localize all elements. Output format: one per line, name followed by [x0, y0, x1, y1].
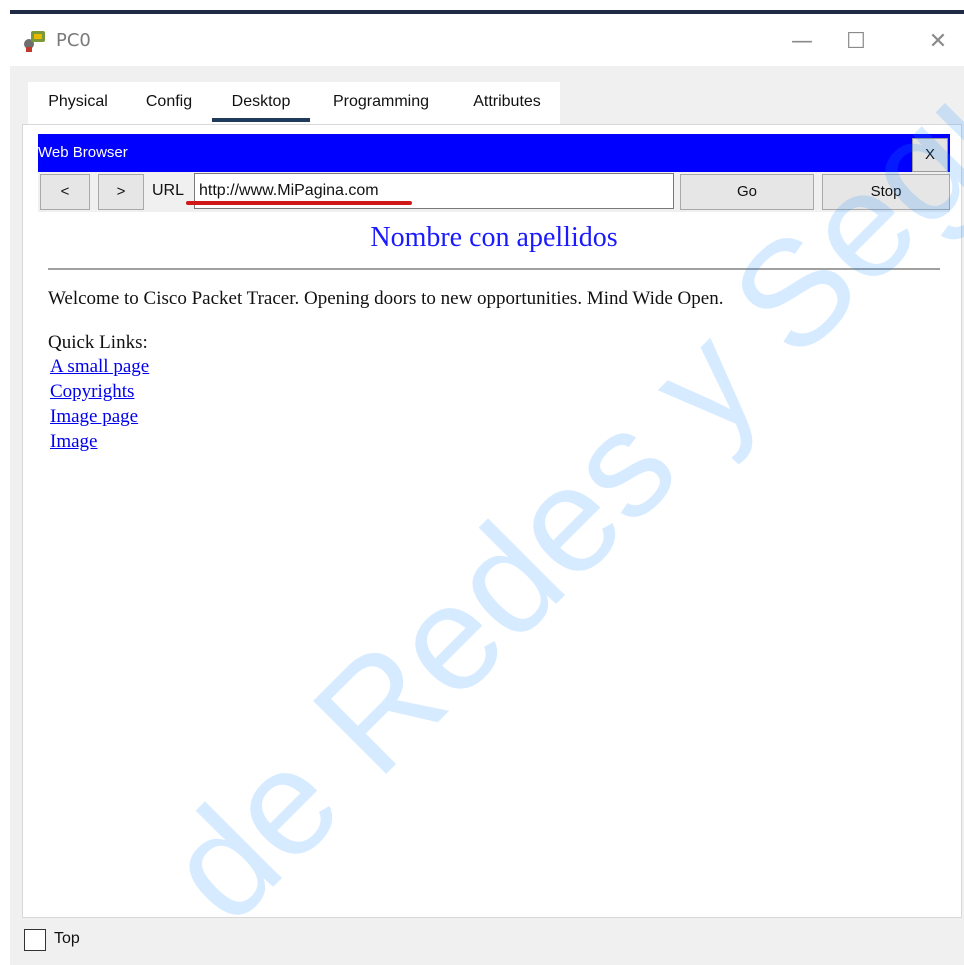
back-button[interactable]: < — [40, 174, 90, 210]
web-browser-close-button[interactable]: X — [912, 138, 948, 172]
top-checkbox[interactable] — [24, 929, 46, 951]
tab-physical[interactable]: Physical — [40, 82, 116, 122]
web-browser-title: Web Browser — [38, 144, 128, 161]
link-image[interactable]: Image — [50, 431, 97, 453]
url-label: URL — [152, 182, 185, 199]
forward-button[interactable]: > — [98, 174, 144, 210]
browser-page — [38, 212, 950, 902]
page-heading: Nombre con apellidos — [370, 222, 618, 253]
link-copyrights[interactable]: Copyrights — [50, 381, 134, 403]
window-title: PC0 — [56, 30, 91, 51]
tab-config[interactable]: Config — [142, 82, 196, 122]
minimize-button[interactable]: — — [782, 26, 822, 58]
welcome-text: Welcome to Cisco Packet Tracer. Opening … — [48, 288, 724, 309]
quick-links-label: Quick Links: — [48, 332, 148, 353]
tab-desktop[interactable]: Desktop — [212, 82, 310, 122]
url-highlight-underline — [186, 201, 412, 205]
maximize-button[interactable]: ☐ — [836, 26, 876, 58]
pc-app-icon — [24, 31, 45, 52]
web-browser-titlebar — [38, 134, 950, 172]
page-divider — [48, 268, 940, 270]
stop-button[interactable]: Stop — [822, 174, 950, 210]
link-a-small-page[interactable]: A small page — [50, 356, 149, 378]
tab-attributes[interactable]: Attributes — [466, 82, 548, 122]
go-button[interactable]: Go — [680, 174, 814, 210]
top-checkbox-label: Top — [54, 930, 80, 947]
tab-programming[interactable]: Programming — [326, 82, 436, 122]
link-image-page[interactable]: Image page — [50, 406, 138, 428]
close-window-button[interactable]: ✕ — [918, 26, 958, 58]
